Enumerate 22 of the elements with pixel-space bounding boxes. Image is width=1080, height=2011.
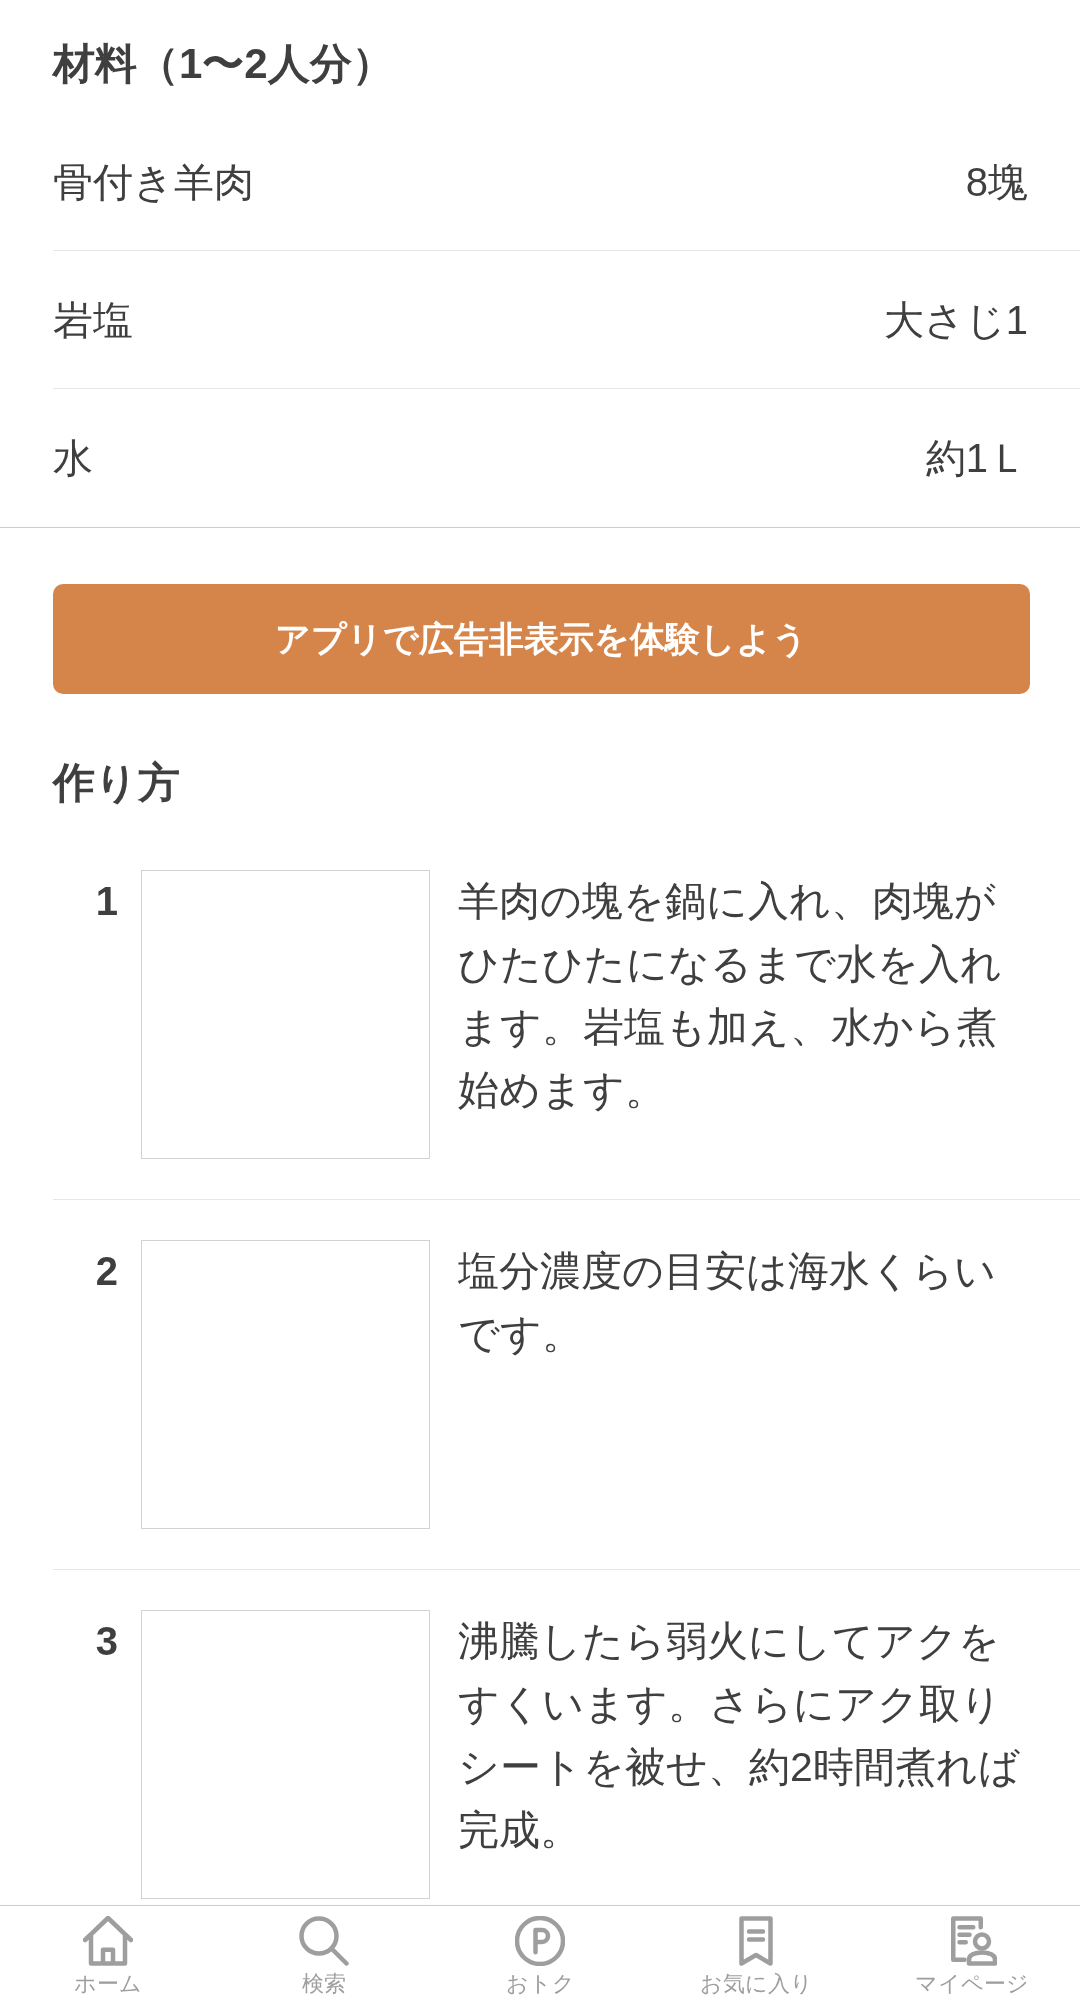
step-number: 1 (95, 878, 118, 925)
ad-free-button[interactable]: アプリで広告非表示を体験しよう (53, 584, 1030, 694)
ingredient-amount: 約1Ｌ (925, 435, 1028, 482)
ingredient-name: 岩塩 (53, 296, 133, 344)
nav-item[interactable]: おトク (432, 1906, 648, 2011)
nav-item[interactable]: 検索 (216, 1906, 432, 2011)
nav-item[interactable]: マイページ (864, 1906, 1080, 2011)
nav-item[interactable]: ホーム (0, 1906, 216, 2011)
ingredient-name: 水 (53, 435, 93, 482)
ingredient-amount: 大さじ1 (883, 296, 1028, 344)
search-icon (299, 1916, 349, 1966)
nav-item[interactable]: お気に入り (648, 1906, 864, 2011)
ingredient-name: 骨付き羊肉 (53, 158, 254, 206)
home-icon (83, 1916, 133, 1966)
step-text: 羊肉の塊を鍋に入れ、肉塊がひたひたになるまで水を入れます。岩塩も加え、水から煮始めます。 (458, 877, 1003, 1115)
step-number: 3 (95, 1618, 118, 1665)
section-heading: 材料（1〜2人分） (53, 39, 394, 89)
section-heading: 作り方 (53, 760, 180, 806)
step-text: 沸騰したら弱火にしてアクをすくいます。さらにアク取りシートを被せ、約2時間煮れば完成。 (458, 1617, 1021, 1855)
step-text: 塩分濃度の目安は海水くらいです。 (458, 1247, 997, 1359)
ingredient-amount: 8塊 (965, 158, 1028, 206)
step-number: 2 (95, 1248, 118, 1295)
